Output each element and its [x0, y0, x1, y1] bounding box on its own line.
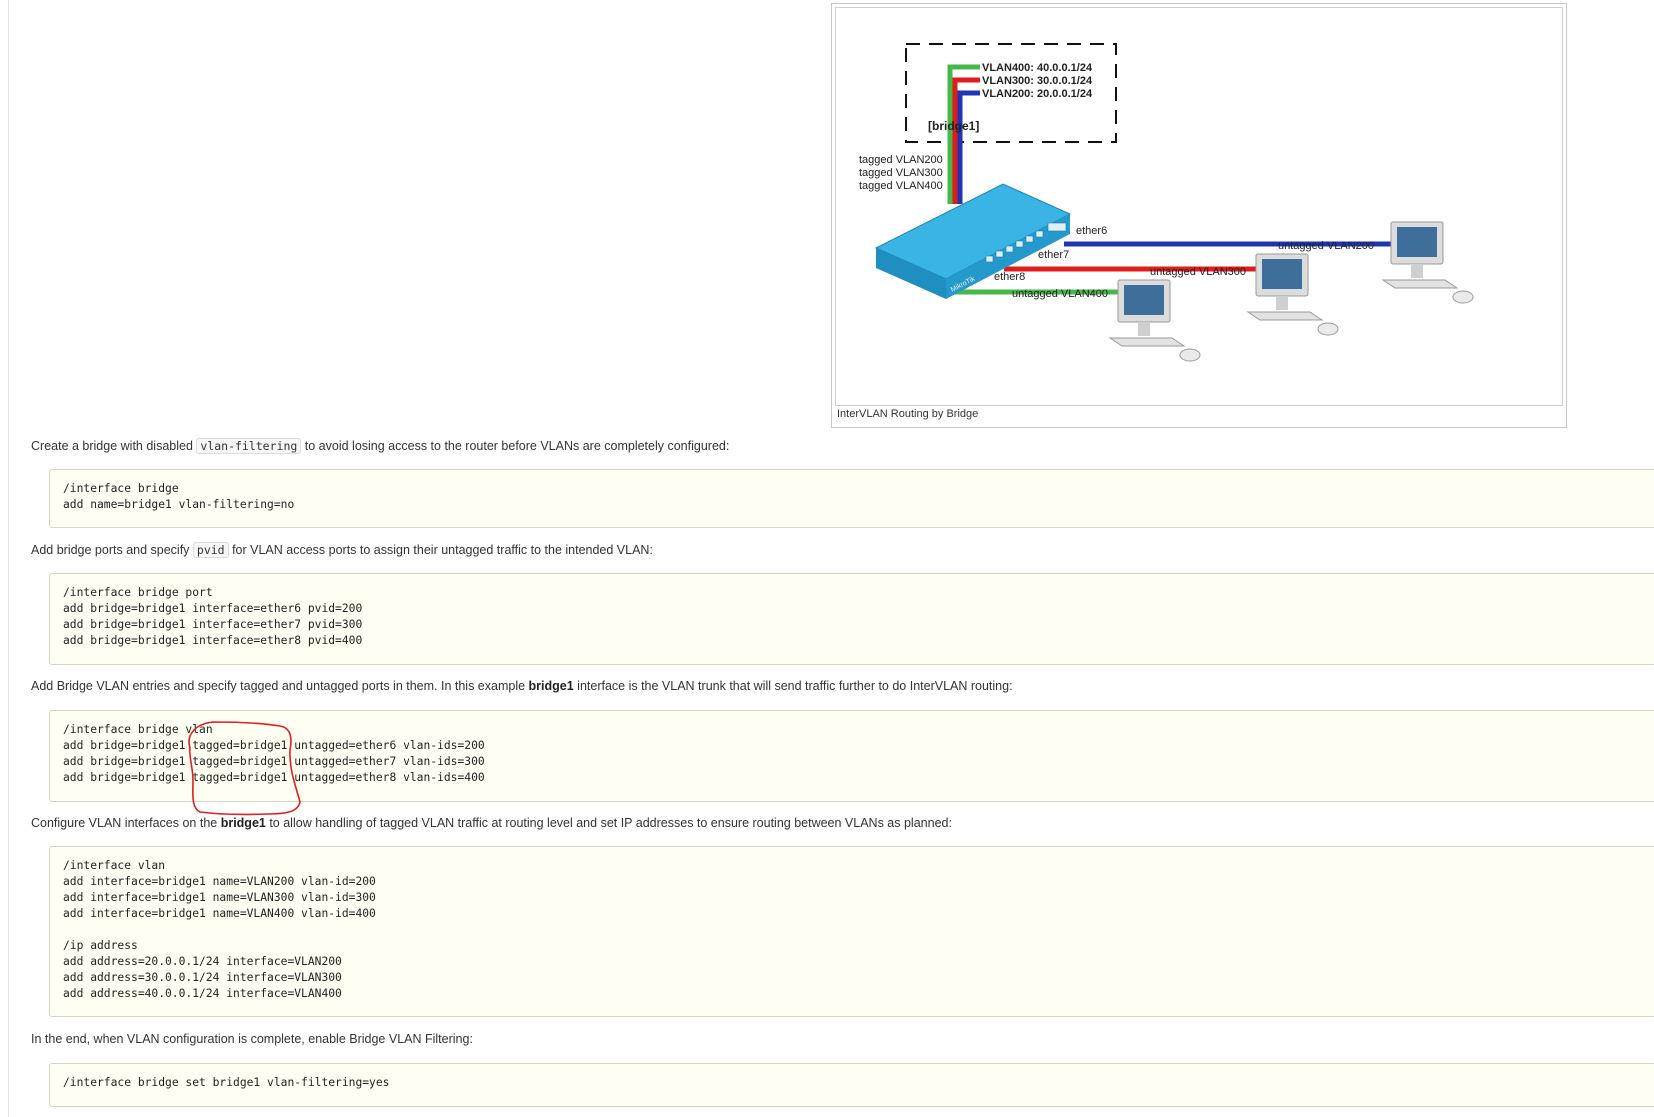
- untagged-vlan200-label: untagged VLAN200: [1278, 240, 1374, 252]
- instruction-bridge-vlan-entries: Add Bridge VLAN entries and specify tagg…: [31, 677, 1013, 695]
- code-text: /interface bridge port add bridge=bridge1…: [63, 585, 1654, 649]
- code-line: /ip address: [63, 939, 138, 952]
- vlan300-ip-label: VLAN300: 30.0.0.1/24: [982, 75, 1093, 87]
- code-text: /interface bridge vlan add bridge=bridge1…: [63, 722, 1654, 786]
- port-ether8-label: ether8: [994, 271, 1025, 283]
- switch-device: MikroTik: [874, 183, 1072, 299]
- code-text: /interface bridge add name=bridge1 vlan-f…: [63, 481, 1654, 513]
- untagged-vlan400-label: untagged VLAN400: [1012, 288, 1108, 300]
- port-ether6-label: ether6: [1076, 225, 1107, 237]
- para-text: Configure VLAN interfaces on the: [31, 816, 221, 830]
- code-block-enable-filtering[interactable]: /interface bridge set bridge1 vlan-filte…: [49, 1063, 1654, 1107]
- code-line: add address=30.0.0.1/24 interface=VLAN30…: [63, 971, 342, 984]
- code-text: /interface vlan add interface=bridge1 nam…: [63, 858, 1654, 1002]
- pc-vlan400-icon: [1108, 279, 1201, 362]
- inline-code-pvid: pvid: [192, 542, 229, 558]
- para-text: Add bridge ports and specify: [31, 543, 193, 557]
- code-text: /interface bridge set bridge1 vlan-filte…: [63, 1075, 1654, 1091]
- instruction-add-ports: Add bridge ports and specify pvid for VL…: [31, 541, 653, 559]
- code-block-vlan-interfaces[interactable]: /interface vlan add interface=bridge1 nam…: [49, 846, 1654, 1017]
- figure-caption: InterVLAN Routing by Bridge: [837, 408, 979, 420]
- pc-vlan200-icon: [1381, 221, 1474, 304]
- inline-code-vlan-filtering: vlan-filtering: [196, 438, 302, 454]
- tagged-vlan300-label: tagged VLAN300: [859, 167, 943, 179]
- untagged-vlan300-label: untagged VLAN300: [1150, 266, 1246, 278]
- bridge1-label: [bridge1]: [928, 119, 979, 133]
- diagram-canvas: VLAN400: 40.0.0.1/24 VLAN300: 30.0.0.1/2…: [835, 7, 1563, 406]
- instruction-create-bridge: Create a bridge with disabled vlan-filte…: [31, 437, 729, 455]
- code-line: /interface bridge port: [63, 586, 213, 599]
- code-line: add bridge=bridge1 interface=ether7 pvid…: [63, 618, 363, 631]
- bold-bridge1: bridge1: [528, 679, 574, 693]
- code-line: /interface bridge: [63, 482, 179, 495]
- para-text: to allow handling of tagged VLAN traffic…: [265, 816, 952, 830]
- pc-vlan300-icon: [1246, 253, 1339, 336]
- para-text: for VLAN access ports to assign their un…: [228, 543, 653, 557]
- code-line: add address=40.0.0.1/24 interface=VLAN40…: [63, 987, 342, 1000]
- code-line: add bridge=bridge1 tagged=bridge1 untagg…: [63, 755, 485, 768]
- vlan400-ip-label: VLAN400: 40.0.0.1/24: [982, 62, 1093, 74]
- code-line: /interface vlan: [63, 859, 166, 872]
- code-block-bridge-vlan[interactable]: /interface bridge vlan add bridge=bridge1…: [49, 710, 1654, 802]
- instruction-enable-filtering: In the end, when VLAN configuration is c…: [31, 1032, 473, 1046]
- para-text: to avoid losing access to the router bef…: [301, 439, 730, 453]
- code-line: add bridge=bridge1 interface=ether6 pvid…: [63, 602, 363, 615]
- code-line: add bridge=bridge1 tagged=bridge1 untagg…: [63, 771, 485, 784]
- code-line: add bridge=bridge1 tagged=bridge1 untagg…: [63, 739, 485, 752]
- port-ether7-label: ether7: [1038, 249, 1069, 261]
- code-line: add address=20.0.0.1/24 interface=VLAN20…: [63, 955, 342, 968]
- bold-bridge1: bridge1: [220, 816, 266, 830]
- tagged-vlan400-label: tagged VLAN400: [859, 180, 943, 192]
- page-left-border: [8, 0, 9, 1117]
- diagram-figure: VLAN400: 40.0.0.1/24 VLAN300: 30.0.0.1/2…: [831, 3, 1567, 428]
- para-text: interface is the VLAN trunk that will se…: [573, 679, 1013, 693]
- code-line: add interface=bridge1 name=VLAN300 vlan-…: [63, 891, 376, 904]
- code-line: add bridge=bridge1 interface=ether8 pvid…: [63, 634, 363, 647]
- trunk-line-vlan200: [957, 90, 980, 204]
- para-text: Create a bridge with disabled: [31, 439, 197, 453]
- code-line: add name=bridge1 vlan-filtering=no: [63, 498, 295, 511]
- code-block-create-bridge[interactable]: /interface bridge add name=bridge1 vlan-f…: [49, 469, 1654, 528]
- para-text: Add Bridge VLAN entries and specify tagg…: [31, 679, 529, 693]
- code-line: /interface bridge vlan: [63, 723, 213, 736]
- vlan200-ip-label: VLAN200: 20.0.0.1/24: [982, 88, 1093, 100]
- instruction-vlan-interfaces: Configure VLAN interfaces on the bridge1…: [31, 814, 952, 832]
- code-line: /interface bridge set bridge1 vlan-filte…: [63, 1076, 390, 1089]
- code-line: add interface=bridge1 name=VLAN200 vlan-…: [63, 875, 376, 888]
- intervlan-diagram: VLAN400: 40.0.0.1/24 VLAN300: 30.0.0.1/2…: [859, 43, 1474, 362]
- code-line: add interface=bridge1 name=VLAN400 vlan-…: [63, 907, 376, 920]
- tagged-vlan200-label: tagged VLAN200: [859, 154, 943, 166]
- code-block-bridge-ports[interactable]: /interface bridge port add bridge=bridge1…: [49, 573, 1654, 665]
